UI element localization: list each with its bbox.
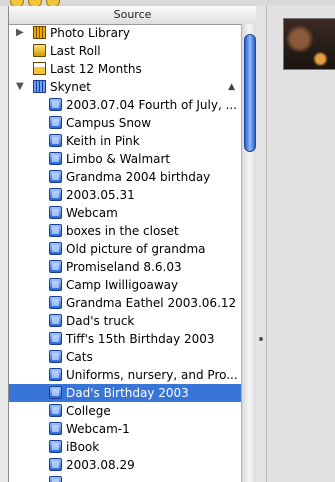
album-icon xyxy=(49,296,62,309)
disclosure-expanded-icon[interactable]: ▼ xyxy=(16,78,24,96)
album-icon xyxy=(49,440,62,453)
album-icon xyxy=(49,188,62,201)
splitter-grip-icon[interactable] xyxy=(259,337,263,341)
item-label: 2003.07.04 Fourth of July, ... xyxy=(66,98,238,112)
item-label: Grandma Eathel 2003.06.12 xyxy=(66,296,237,310)
album-icon xyxy=(49,458,62,471)
item-label: 2003.08.29 xyxy=(66,458,135,472)
item-label: boxes in the closet xyxy=(66,224,179,238)
item-label: Old picture of grandma xyxy=(66,242,206,256)
item-label: Photo Library xyxy=(50,26,131,40)
scrollbar-thumb[interactable] xyxy=(244,34,256,152)
album-icon xyxy=(49,476,62,482)
item-label: Tiff's 15th Birthday 2003 xyxy=(66,332,215,346)
shared-library-icon xyxy=(33,80,46,93)
album-icon xyxy=(49,404,62,417)
album-item[interactable]: boxes in the closet xyxy=(9,222,241,240)
pane-splitter[interactable] xyxy=(256,6,267,482)
album-item[interactable]: Cats xyxy=(9,348,241,366)
album-item[interactable] xyxy=(9,474,241,482)
album-item[interactable]: Tiff's 15th Birthday 2003 xyxy=(9,330,241,348)
album-item[interactable]: 2003.07.04 Fourth of July, ... xyxy=(9,96,241,114)
item-label: iBook xyxy=(66,440,100,454)
album-item[interactable]: Dad's truck xyxy=(9,312,241,330)
album-item[interactable]: Grandma 2004 birthday xyxy=(9,168,241,186)
item-label: Webcam-1 xyxy=(66,422,130,436)
film-roll-icon xyxy=(33,44,46,57)
item-label: Dad's Birthday 2003 xyxy=(66,386,189,400)
album-icon xyxy=(49,206,62,219)
album-item[interactable]: College xyxy=(9,402,241,420)
item-label: Dad's truck xyxy=(66,314,135,328)
item-label: Promiseland 8.6.03 xyxy=(66,260,182,274)
item-label: Last Roll xyxy=(50,44,101,58)
item-label: Cats xyxy=(66,350,93,364)
album-icon xyxy=(49,422,62,435)
disclosure-collapsed-icon[interactable]: ▶ xyxy=(16,24,24,42)
item-label: Skynet xyxy=(50,80,91,94)
photo-viewer xyxy=(267,6,335,482)
album-icon xyxy=(49,314,62,327)
source-item[interactable]: ▶ Photo Library xyxy=(9,24,241,42)
album-item[interactable]: 2003.08.29 xyxy=(9,456,241,474)
photo-library-icon xyxy=(33,26,46,39)
item-label: Limbo & Walmart xyxy=(66,152,171,166)
item-label: 2003.05.31 xyxy=(66,188,135,202)
item-label: College xyxy=(66,404,111,418)
album-icon xyxy=(49,170,62,183)
source-column-header[interactable]: Source xyxy=(9,6,256,25)
source-item[interactable]: Last 12 Months xyxy=(9,60,241,78)
album-item[interactable]: Old picture of grandma xyxy=(9,240,241,258)
item-label: Last 12 Months xyxy=(50,62,142,76)
shared-eject-icon[interactable]: ▲ xyxy=(228,78,235,96)
item-label: Campus Snow xyxy=(66,116,152,130)
album-item[interactable]: Uniforms, nursery, and Pro... xyxy=(9,366,241,384)
album-item[interactable]: Dad's Birthday 2003 xyxy=(9,384,241,402)
item-label: Uniforms, nursery, and Pro... xyxy=(66,368,238,382)
album-icon xyxy=(49,134,62,147)
album-item[interactable]: Grandma Eathel 2003.06.12 xyxy=(9,294,241,312)
source-item[interactable]: Last Roll xyxy=(9,42,241,60)
album-item[interactable]: iBook xyxy=(9,438,241,456)
source-item[interactable]: ▼ Skynet ▲ xyxy=(9,78,241,96)
album-icon xyxy=(49,332,62,345)
photo-thumbnail[interactable] xyxy=(283,18,335,70)
album-item[interactable]: Keith in Pink xyxy=(9,132,241,150)
source-pane: Source ▶ Photo Library Last Roll Last 12 Mo… xyxy=(8,6,257,482)
album-icon xyxy=(49,386,62,399)
album-icon xyxy=(49,224,62,237)
item-label: Grandma 2004 birthday xyxy=(66,170,211,184)
item-label: Camp Iwilligoaway xyxy=(66,278,179,292)
album-icon xyxy=(49,278,62,291)
album-item[interactable]: Webcam xyxy=(9,204,241,222)
album-item[interactable]: Campus Snow xyxy=(9,114,241,132)
album-icon xyxy=(49,152,62,165)
album-item[interactable]: 2003.05.31 xyxy=(9,186,241,204)
item-label: Keith in Pink xyxy=(66,134,140,148)
album-item[interactable]: Camp Iwilligoaway xyxy=(9,276,241,294)
source-list: ▶ Photo Library Last Roll Last 12 Months ▼ Sk… xyxy=(9,24,241,482)
album-icon xyxy=(49,242,62,255)
item-label: Webcam xyxy=(66,206,118,220)
album-item[interactable]: Limbo & Walmart xyxy=(9,150,241,168)
album-item[interactable]: Promiseland 8.6.03 xyxy=(9,258,241,276)
album-icon xyxy=(49,98,62,111)
album-item[interactable]: Webcam-1 xyxy=(9,420,241,438)
source-scrollbar[interactable] xyxy=(241,24,256,482)
album-icon xyxy=(49,368,62,381)
album-icon xyxy=(49,116,62,129)
album-icon xyxy=(49,260,62,273)
album-icon xyxy=(49,350,62,363)
calendar-icon xyxy=(33,62,46,75)
